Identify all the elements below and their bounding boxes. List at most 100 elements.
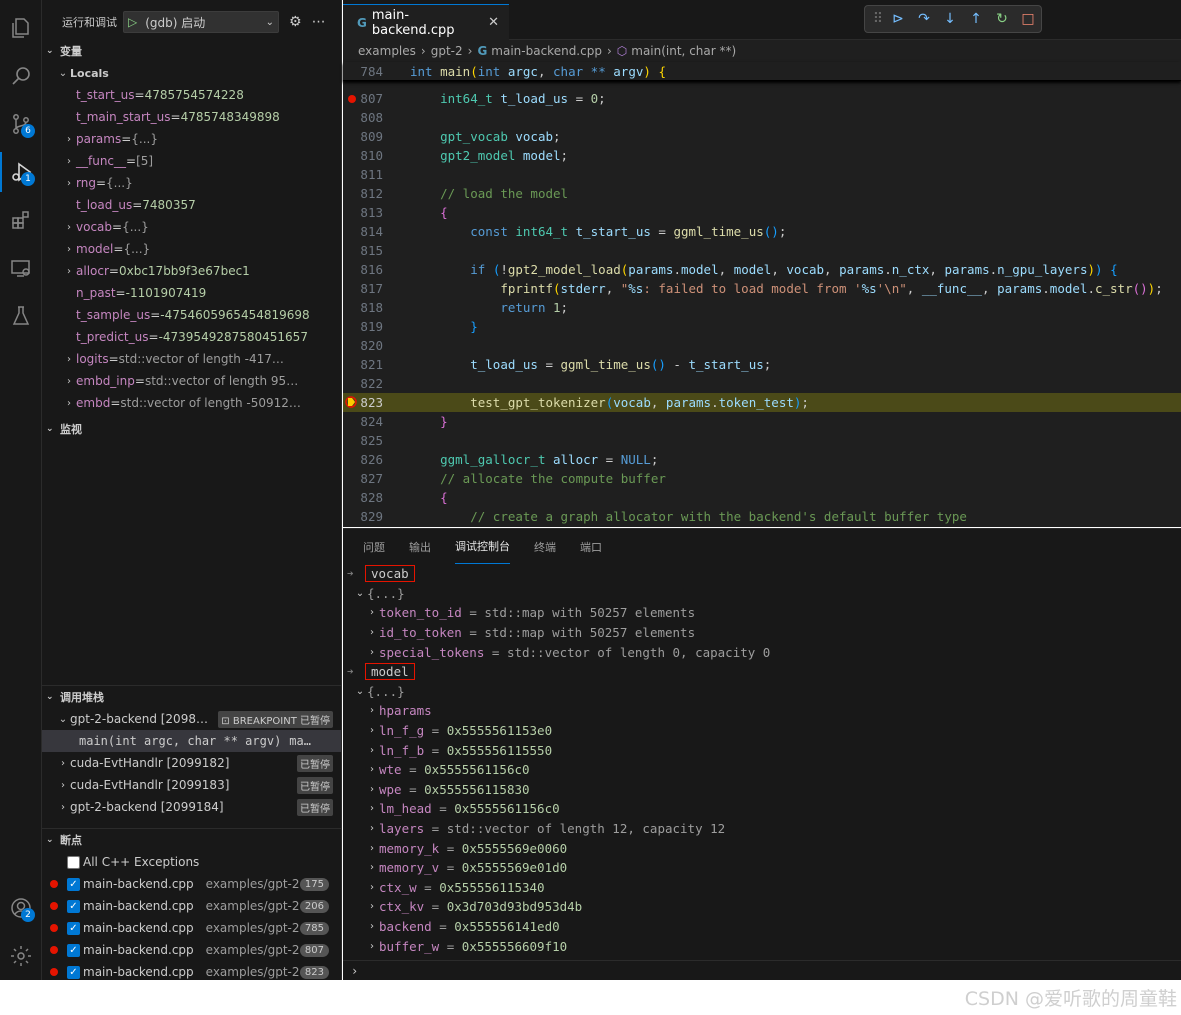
continue-icon[interactable]: ⊳ [885,11,911,27]
breadcrumb-item[interactable]: main-backend.cpp [491,44,602,58]
breakpoint-checkbox[interactable]: ✓ [67,965,80,979]
console-result[interactable]: ⌄ {...} [343,682,1181,702]
console-child-row[interactable]: › ln_f_b = 0x555556115550 [343,740,1181,760]
step-out-icon[interactable]: ↑ [963,11,989,27]
code-line[interactable]: 807 int64_t t_load_us = 0; [343,89,1181,108]
variable-row[interactable]: › rng = {...} [42,172,341,194]
more-actions-icon[interactable]: ⋯ [312,14,326,30]
console-child-row[interactable]: › buffer_w = 0x555556609f10 [343,936,1181,956]
call-stack-frame[interactable]: main(int argc, char ** argv) ma… [42,730,341,752]
code-line[interactable]: 829 // create a graph allocator with the… [343,507,1181,526]
code-line[interactable]: 824 } [343,412,1181,431]
open-launch-json-gear-icon[interactable]: ⚙ [289,14,302,30]
variables-section-header[interactable]: ⌄ 变量 [42,40,341,62]
source-control-icon[interactable]: 6 [0,104,42,144]
console-child-row[interactable]: › layers = std::vector of length 12, capa… [343,819,1181,839]
console-child-row[interactable]: › id_to_token = std::map with 50257 eleme… [343,623,1181,643]
restart-icon[interactable]: ↻ [989,11,1015,27]
call-stack-thread[interactable]: ⌄ gpt-2-backend [2098… ⊡ BREAKPOINT 已暂停 [42,708,341,730]
console-child-row[interactable]: › backend = 0x555556141ed0 [343,917,1181,937]
code-line[interactable]: 816 if (!gpt2_model_load(params.model, m… [343,260,1181,279]
console-child-row[interactable]: › ctx_kv = 0x3d703d93bd953d4b [343,897,1181,917]
watch-section-header[interactable]: ⌄ 监视 [42,418,341,440]
console-child-row[interactable]: › wpe = 0x555556115830 [343,780,1181,800]
start-debugging-icon[interactable]: ▷ [128,15,137,29]
step-over-icon[interactable]: ↷ [911,11,937,27]
breakpoint-item[interactable]: ✓ main-backend.cpp examples/gpt-2 785 [42,917,341,939]
variable-row[interactable]: › logits = std::vector of length -417… [42,348,341,370]
console-input[interactable]: › [343,959,1181,982]
breadcrumb-item[interactable]: examples [358,44,416,58]
variable-row[interactable]: t_load_us = 7480357 [42,194,341,216]
code-line[interactable]: 814 const int64_t t_start_us = ggml_time… [343,222,1181,241]
tab-ports[interactable]: 端口 [580,529,602,564]
console-child-row[interactable]: › wte = 0x5555561156c0 [343,760,1181,780]
stop-icon[interactable]: □ [1015,11,1041,27]
variable-row[interactable]: t_sample_us = -4754605965454819698 [42,304,341,326]
current-execution-line[interactable]: 823 test_gpt_tokenizer(vocab, params.tok… [343,393,1181,412]
code-line[interactable]: 819 } [343,317,1181,336]
variable-row[interactable]: t_predict_us = -4739549287580451657 [42,326,341,348]
tab-terminal[interactable]: 终端 [534,529,556,564]
console-child-row[interactable]: › memory_k = 0x5555569e0060 [343,838,1181,858]
exceptions-breakpoint[interactable]: All C++ Exceptions [42,851,341,873]
tab-output[interactable]: 输出 [409,529,431,564]
search-icon[interactable] [0,56,42,96]
variable-row[interactable]: n_past = -1101907419 [42,282,341,304]
call-stack-section-header[interactable]: ⌄ 调用堆栈 [42,686,341,708]
remote-explorer-icon[interactable] [0,248,42,288]
extensions-icon[interactable] [0,200,42,240]
settings-gear-icon[interactable] [0,936,42,976]
console-child-row[interactable]: › token_to_id = std::map with 50257 eleme… [343,603,1181,623]
code-line[interactable]: 827 // allocate the compute buffer [343,469,1181,488]
breadcrumb-item[interactable]: gpt-2 [431,44,463,58]
accounts-icon[interactable]: 2 [0,888,42,928]
breakpoint-checkbox[interactable]: ✓ [67,943,80,957]
code-line[interactable]: 822 [343,374,1181,393]
variable-row[interactable]: › model = {...} [42,238,341,260]
locals-scope[interactable]: ⌄ Locals [42,62,341,84]
variable-row[interactable]: › vocab = {...} [42,216,341,238]
breakpoint-checkbox[interactable]: ✓ [67,921,80,935]
tab-problems[interactable]: 问题 [363,529,385,564]
breakpoint-marker[interactable] [348,95,356,103]
code-line[interactable]: 820 [343,336,1181,355]
variable-row[interactable]: t_main_start_us = 4785748349898 [42,106,341,128]
drag-handle-icon[interactable]: ⠿ [871,11,885,27]
step-into-icon[interactable]: ↓ [937,11,963,27]
console-child-row[interactable]: › memory_v = 0x5555569e01d0 [343,858,1181,878]
variable-row[interactable]: › embd_inp = std::vector of length 95… [42,370,341,392]
code-line[interactable]: 808 [343,108,1181,127]
code-line[interactable]: 825 [343,431,1181,450]
breakpoint-checkbox[interactable]: ✓ [67,877,80,891]
editor-tab[interactable]: G main-backend.cpp ✕ [343,4,509,40]
call-stack-thread[interactable]: › cuda-EvtHandlr [2099182] 已暂停 [42,752,341,774]
call-stack-thread[interactable]: › cuda-EvtHandlr [2099183] 已暂停 [42,774,341,796]
code-line[interactable]: 811 [343,165,1181,184]
breakpoint-item[interactable]: ✓ main-backend.cpp examples/gpt-2 206 [42,895,341,917]
console-child-row[interactable]: › ctx_w = 0x555556115340 [343,878,1181,898]
launch-config-select[interactable]: ▷ (gdb) 启动 ⌄ [123,11,279,33]
variable-row[interactable]: › __func__ = [5] [42,150,341,172]
breakpoint-checkbox[interactable]: ✓ [67,899,80,913]
console-child-row[interactable]: › special_tokens = std::vector of length … [343,642,1181,662]
breakpoint-item[interactable]: ✓ main-backend.cpp examples/gpt-2 807 [42,939,341,961]
code-line[interactable]: 812 // load the model [343,184,1181,203]
explorer-icon[interactable] [0,8,42,48]
breadcrumb-item[interactable]: main(int, char **) [631,44,736,58]
variable-row[interactable]: t_start_us = 4785754574228 [42,84,341,106]
code-line[interactable]: 818 return 1; [343,298,1181,317]
variable-row[interactable]: › allocr = 0xbc17bb9f3e67bec1 [42,260,341,282]
code-line[interactable]: 815 [343,241,1181,260]
variable-row[interactable]: › embd = std::vector of length -50912… [42,392,341,414]
console-child-row[interactable]: › lm_head = 0x5555561156c0 [343,799,1181,819]
tab-debug-console[interactable]: 调试控制台 [455,529,510,564]
console-result[interactable]: ⌄ {...} [343,584,1181,604]
code-line[interactable]: 817 fprintf(stderr, "%s: failed to load … [343,279,1181,298]
code-line[interactable]: 828 { [343,488,1181,507]
variable-row[interactable]: › params = {...} [42,128,341,150]
breakpoint-item[interactable]: ✓ main-backend.cpp examples/gpt-2 823 [42,961,341,983]
code-line[interactable]: 810 gpt2_model model; [343,146,1181,165]
sticky-scroll-line[interactable]: 784 int main(int argc, char ** argv) { [343,62,1181,81]
code-line[interactable]: 813 { [343,203,1181,222]
